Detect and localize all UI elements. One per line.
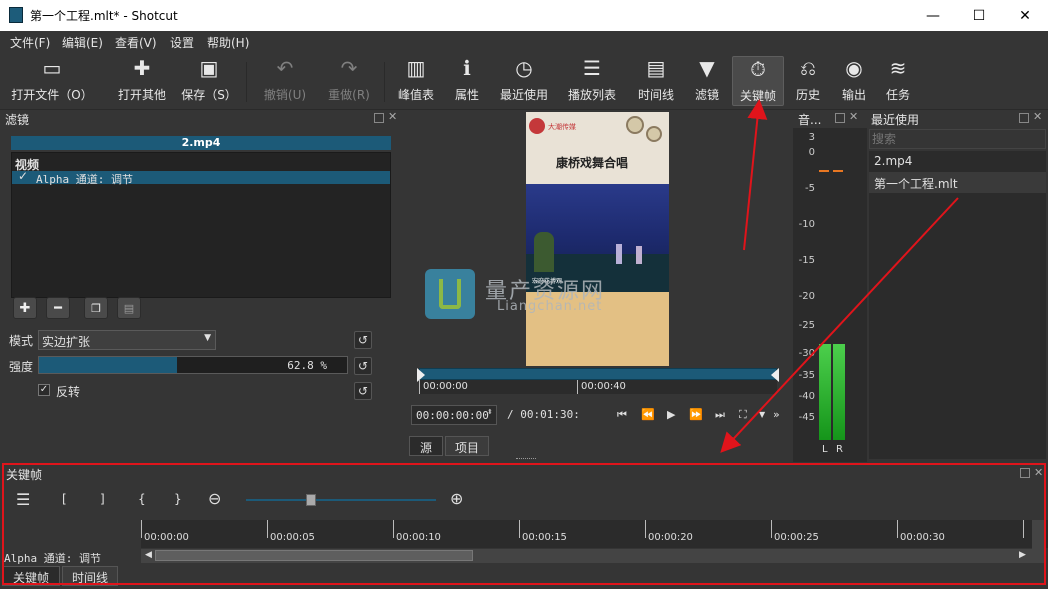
annotation-arrows xyxy=(720,99,959,453)
arrow-to-keyframes-button xyxy=(743,99,768,251)
arrow-to-keyframes-panel xyxy=(720,197,959,453)
